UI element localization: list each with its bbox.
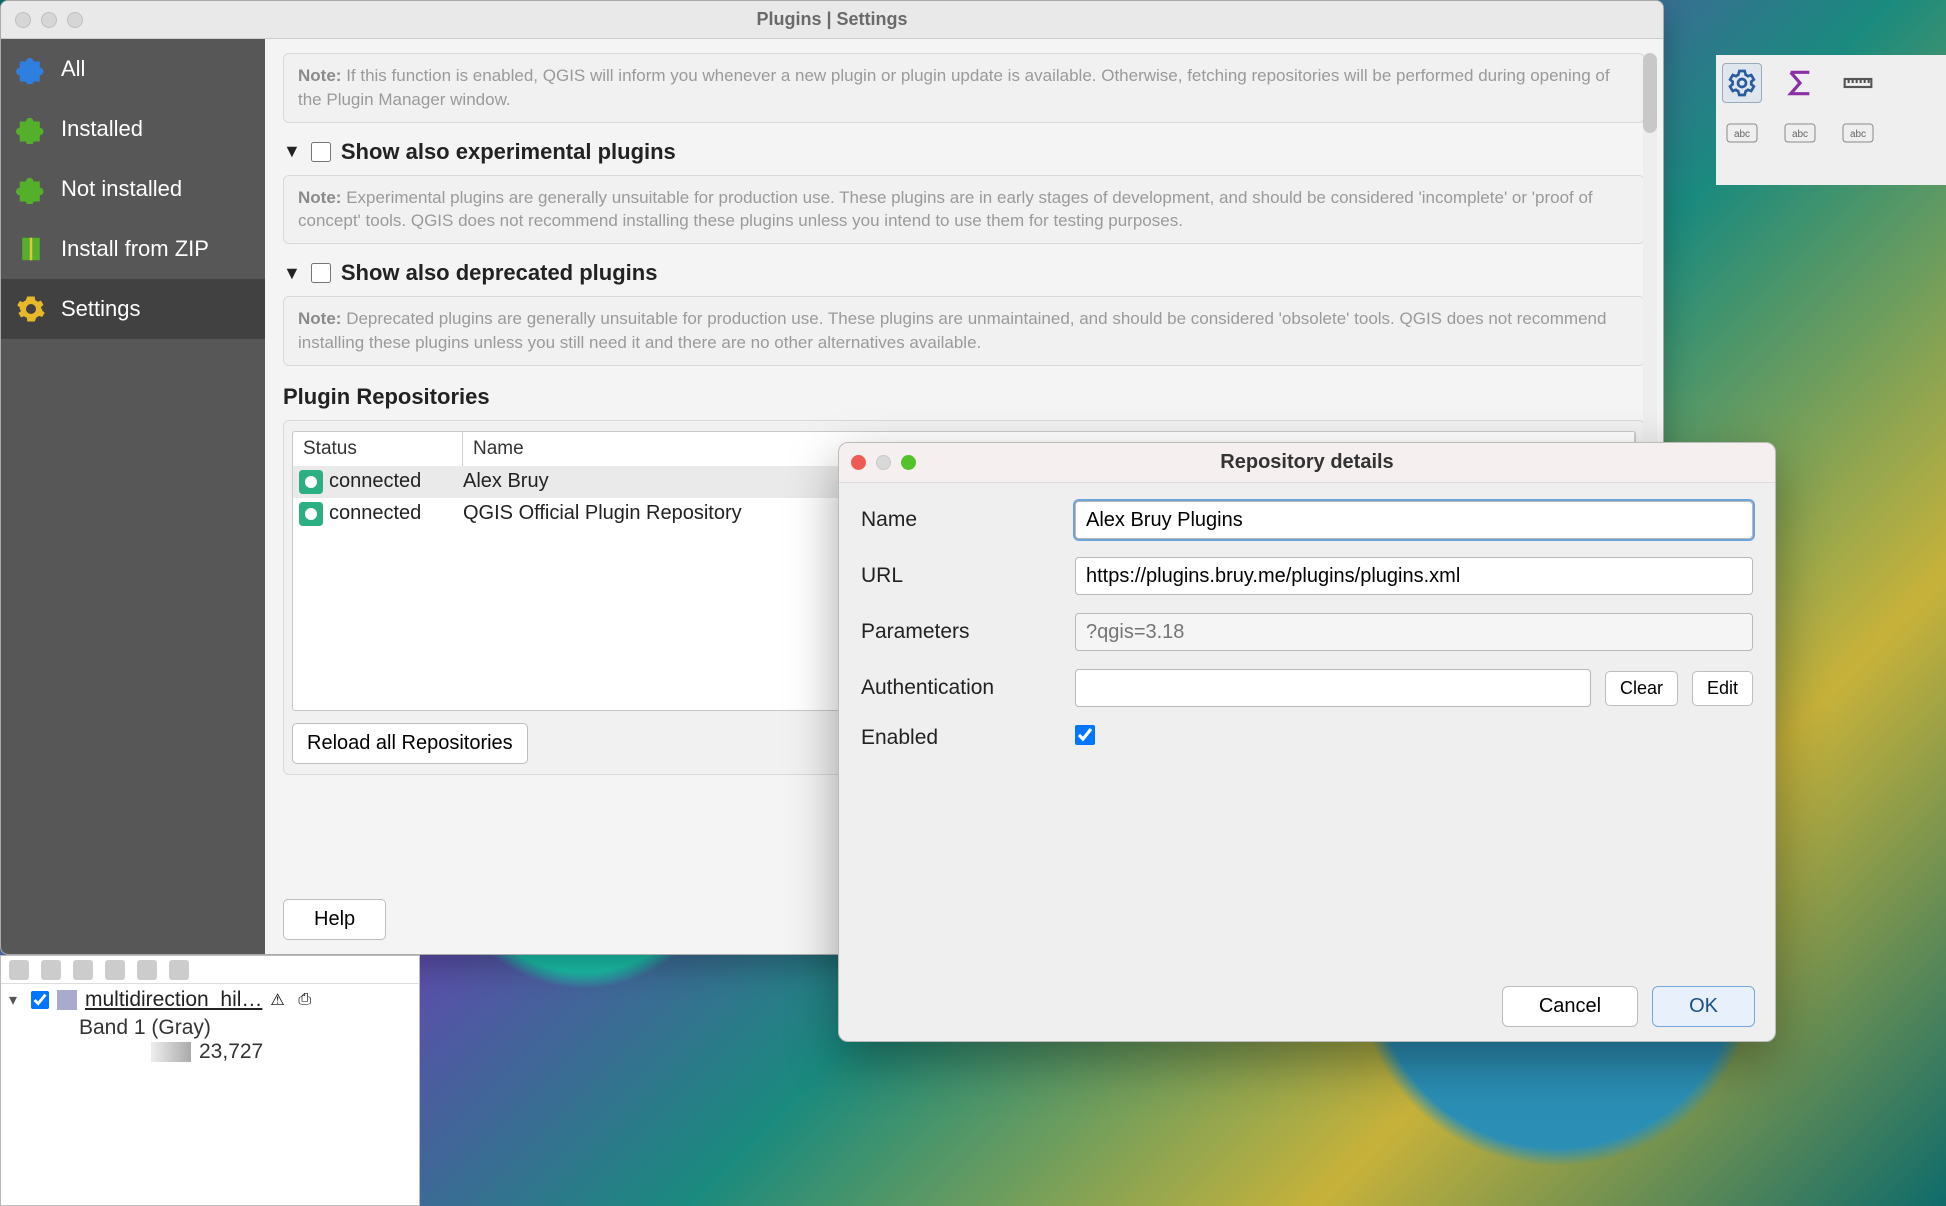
note-prefix: Note: <box>298 309 341 328</box>
layer-name: multidirection_hil… <box>85 988 262 1012</box>
gear-icon <box>15 293 47 325</box>
sidebar-item-label: All <box>61 56 85 82</box>
zip-icon <box>15 233 47 265</box>
dialog-titlebar: Repository details <box>839 443 1775 483</box>
abc-icon: abc <box>1842 117 1874 149</box>
layer-band: Band 1 (Gray) <box>1 1016 419 1040</box>
connected-icon <box>299 470 323 494</box>
sidebar-item-installed[interactable]: Installed <box>1 99 265 159</box>
layer-extra-icon: ⎙ <box>298 991 311 1009</box>
status-text: connected <box>329 502 421 525</box>
repository-details-dialog: Repository details Name URL Parameters A… <box>838 442 1776 1042</box>
label-parameters: Parameters <box>861 620 1061 644</box>
authentication-input[interactable] <box>1075 669 1591 707</box>
status-text: connected <box>329 470 421 493</box>
sidebar-item-not-installed[interactable]: Not installed <box>1 159 265 219</box>
note-prefix: Note: <box>298 66 341 85</box>
toolbar-icon[interactable] <box>41 960 61 980</box>
cancel-button[interactable]: Cancel <box>1502 986 1638 1027</box>
clear-button[interactable]: Clear <box>1605 671 1678 706</box>
experimental-section-head: ▼ Show also experimental plugins <box>283 139 1645 165</box>
note-text: If this function is enabled, QGIS will i… <box>298 66 1610 109</box>
sidebar-item-all[interactable]: All <box>1 39 265 99</box>
layer-value: 23,727 <box>199 1040 263 1063</box>
sidebar: All Installed Not installed Install from… <box>1 39 265 954</box>
puzzle-icon <box>15 53 47 85</box>
svg-text:abc: abc <box>1792 129 1808 140</box>
parameters-input <box>1075 613 1753 651</box>
url-input[interactable] <box>1075 557 1753 595</box>
toolbar-icon[interactable] <box>73 960 93 980</box>
toolbar-icon[interactable] <box>105 960 125 980</box>
layer-value-row: 23,727 <box>1 1040 419 1064</box>
svg-text:abc: abc <box>1850 129 1866 140</box>
experimental-label: Show also experimental plugins <box>341 139 676 165</box>
deprecated-note: Note: Deprecated plugins are generally u… <box>283 296 1645 366</box>
label-name: Name <box>861 508 1061 532</box>
label-enabled: Enabled <box>861 726 1061 750</box>
experimental-checkbox[interactable] <box>311 142 331 162</box>
deprecated-label: Show also deprecated plugins <box>341 260 658 286</box>
gear-button[interactable] <box>1722 63 1762 103</box>
enabled-checkbox[interactable] <box>1075 725 1095 745</box>
col-status[interactable]: Status <box>293 432 463 466</box>
raster-layer-icon <box>57 990 77 1010</box>
label-url: URL <box>861 564 1061 588</box>
sidebar-item-label: Installed <box>61 116 143 142</box>
connected-icon <box>299 502 323 526</box>
layers-panel: ▾ multidirection_hil… ⚠ ⎙ Band 1 (Gray) … <box>0 955 420 1206</box>
edit-button[interactable]: Edit <box>1692 671 1753 706</box>
abc-icon: abc <box>1784 117 1816 149</box>
name-input[interactable] <box>1075 501 1753 539</box>
repositories-title: Plugin Repositories <box>283 384 1645 410</box>
warning-icon: ⚠ <box>270 990 290 1010</box>
titlebar: Plugins | Settings <box>1 1 1663 39</box>
help-button[interactable]: Help <box>283 899 386 940</box>
note-prefix: Note: <box>298 188 341 207</box>
abc-button-2[interactable]: abc <box>1780 113 1820 153</box>
toolbar-icon[interactable] <box>169 960 189 980</box>
window-title: Plugins | Settings <box>1 9 1663 30</box>
ruler-icon <box>1842 67 1874 99</box>
sidebar-item-install-zip[interactable]: Install from ZIP <box>1 219 265 279</box>
collapse-icon[interactable]: ▼ <box>283 141 301 162</box>
label-authentication: Authentication <box>861 676 1061 700</box>
layer-row[interactable]: ▾ multidirection_hil… ⚠ ⎙ <box>1 984 419 1016</box>
deprecated-section-head: ▼ Show also deprecated plugins <box>283 260 1645 286</box>
sidebar-item-label: Install from ZIP <box>61 236 209 262</box>
gear-icon <box>1726 67 1758 99</box>
ok-button[interactable]: OK <box>1652 986 1755 1027</box>
puzzle-icon <box>15 173 47 205</box>
gradient-swatch <box>151 1042 191 1062</box>
abc-button-1[interactable]: abc <box>1722 113 1762 153</box>
scrollbar-thumb[interactable] <box>1643 53 1657 133</box>
expand-icon[interactable]: ▾ <box>9 990 23 1010</box>
sigma-icon <box>1784 67 1816 99</box>
layer-visibility-checkbox[interactable] <box>31 991 49 1009</box>
puzzle-icon <box>15 113 47 145</box>
updates-note: Note: If this function is enabled, QGIS … <box>283 53 1645 123</box>
dialog-form: Name URL Parameters Authentication Clear… <box>839 483 1775 769</box>
abc-button-3[interactable]: abc <box>1838 113 1878 153</box>
dialog-title: Repository details <box>839 451 1775 474</box>
sigma-button[interactable] <box>1780 63 1820 103</box>
collapse-icon[interactable]: ▼ <box>283 263 301 284</box>
abc-icon: abc <box>1726 117 1758 149</box>
svg-text:abc: abc <box>1734 129 1750 140</box>
note-text: Experimental plugins are generally unsui… <box>298 188 1593 231</box>
note-text: Deprecated plugins are generally unsuita… <box>298 309 1606 352</box>
reload-repositories-button[interactable]: Reload all Repositories <box>292 723 528 764</box>
toolbar-icon[interactable] <box>9 960 29 980</box>
deprecated-checkbox[interactable] <box>311 263 331 283</box>
right-toolbar: abc abc abc <box>1716 55 1946 185</box>
layers-toolbar <box>1 956 419 984</box>
ruler-button[interactable] <box>1838 63 1878 103</box>
sidebar-item-label: Not installed <box>61 176 182 202</box>
sidebar-item-settings[interactable]: Settings <box>1 279 265 339</box>
sidebar-item-label: Settings <box>61 296 141 322</box>
toolbar-icon[interactable] <box>137 960 157 980</box>
experimental-note: Note: Experimental plugins are generally… <box>283 175 1645 245</box>
